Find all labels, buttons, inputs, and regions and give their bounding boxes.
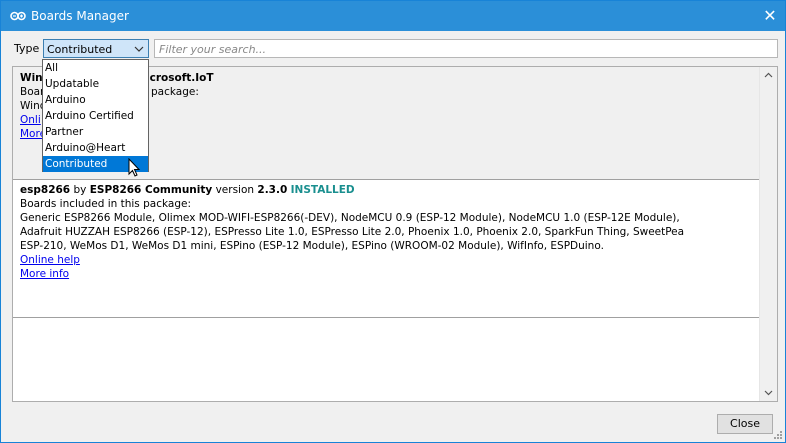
list-item[interactable]: esp8266 by ESP8266 Community version 2.3… bbox=[13, 180, 759, 318]
online-help-link[interactable]: Online help bbox=[20, 254, 80, 266]
menu-item-arduino-certified[interactable]: Arduino Certified bbox=[43, 108, 148, 124]
version-label: version bbox=[215, 184, 255, 196]
board-name: Win bbox=[20, 72, 43, 84]
menu-item-all[interactable]: All bbox=[43, 60, 148, 76]
search-placeholder: Filter your search... bbox=[159, 43, 267, 56]
menu-item-partner[interactable]: Partner bbox=[43, 124, 148, 140]
type-label: Type bbox=[14, 42, 40, 55]
close-icon[interactable]: ✕ bbox=[755, 1, 785, 31]
menu-item-arduino[interactable]: Arduino bbox=[43, 92, 148, 108]
boards-included-label: Boar bbox=[20, 86, 45, 98]
boards-list-text: Generic ESP8266 Module, Olimex MOD-WIFI-… bbox=[20, 212, 680, 224]
title-bar: Boards Manager ✕ bbox=[1, 1, 785, 31]
type-select-value: Contributed bbox=[47, 43, 113, 56]
boards-included-label-rest: package: bbox=[151, 86, 199, 98]
arduino-logo-icon bbox=[10, 11, 26, 21]
close-button[interactable]: Close bbox=[717, 414, 773, 434]
online-help-link[interactable]: Onli bbox=[20, 114, 41, 126]
boards-manager-window: Boards Manager ✕ Type Contributed Filter… bbox=[0, 0, 786, 443]
scroll-up-icon[interactable] bbox=[760, 67, 777, 84]
more-info-link[interactable]: More info bbox=[20, 268, 69, 280]
vertical-scrollbar[interactable] bbox=[759, 67, 777, 401]
installed-badge: INSTALLED bbox=[290, 184, 355, 196]
boards-list-text: Adafruit HUZZAH ESP8266 (ESP-12), ESPres… bbox=[20, 226, 685, 238]
board-author: ESP8266 Community bbox=[89, 184, 213, 196]
search-input[interactable]: Filter your search... bbox=[154, 39, 778, 58]
board-name: esp8266 bbox=[20, 184, 71, 196]
menu-item-arduino-heart[interactable]: Arduino@Heart bbox=[43, 140, 148, 156]
boards-included-label: Boards included in this package: bbox=[20, 198, 191, 210]
menu-item-updatable[interactable]: Updatable bbox=[43, 76, 148, 92]
type-select[interactable]: Contributed bbox=[43, 39, 149, 58]
mouse-cursor-icon bbox=[128, 158, 141, 177]
boards-list-text: ESP-210, WeMos D1, WeMos D1 mini, ESPino… bbox=[20, 240, 604, 252]
resize-grip-icon[interactable] bbox=[773, 430, 783, 440]
by-text: by bbox=[73, 184, 87, 196]
chevron-down-icon bbox=[134, 46, 144, 52]
version-number: 2.3.0 bbox=[257, 184, 288, 196]
scroll-down-icon[interactable] bbox=[760, 384, 777, 401]
window-title: Boards Manager bbox=[31, 9, 129, 23]
type-dropdown-menu[interactable]: All Updatable Arduino Arduino Certified … bbox=[42, 59, 149, 172]
